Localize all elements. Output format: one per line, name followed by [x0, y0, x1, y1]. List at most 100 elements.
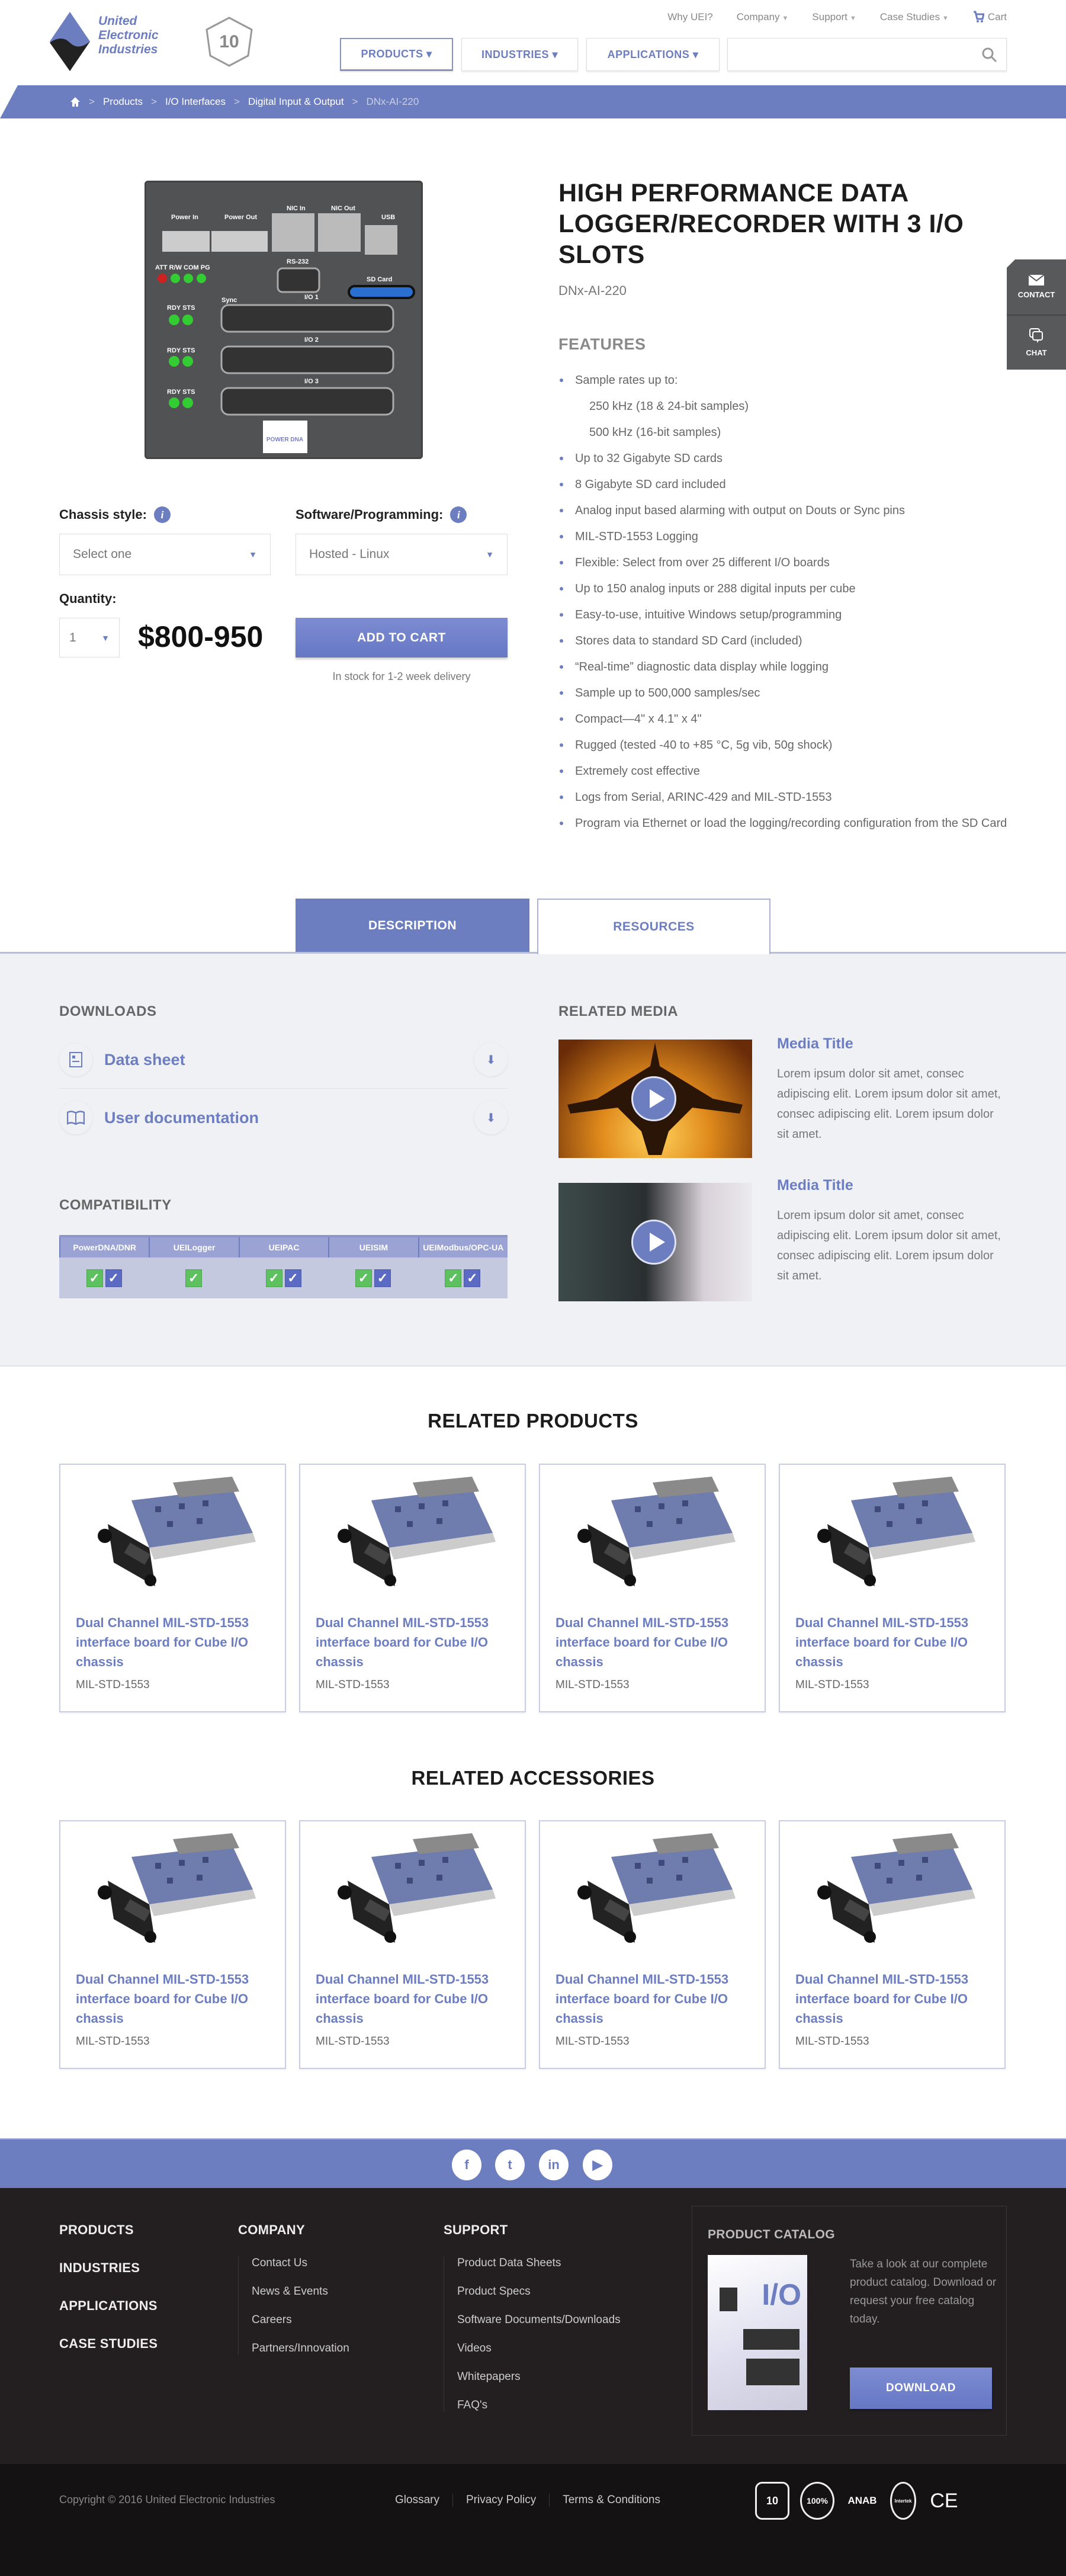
quantity-select[interactable]: 1 ▼: [59, 618, 120, 657]
topnav-company[interactable]: Company ▼: [737, 11, 789, 23]
home-icon[interactable]: [70, 97, 81, 107]
facebook-icon[interactable]: f: [452, 2150, 481, 2180]
chat-button[interactable]: CHAT: [1007, 315, 1066, 370]
tab-description[interactable]: DESCRIPTION: [296, 899, 529, 953]
search-input[interactable]: [727, 38, 1007, 71]
footer-link[interactable]: Software Documents/Downloads: [457, 2314, 621, 2327]
add-to-cart-button[interactable]: ADD TO CART: [296, 618, 508, 657]
svg-text:RS-232: RS-232: [287, 258, 309, 265]
breadcrumb-digital-io[interactable]: Digital Input & Output: [248, 96, 344, 108]
board-image: [337, 1477, 496, 1586]
svg-text:Sync: Sync: [221, 297, 237, 304]
breadcrumb-products[interactable]: Products: [103, 96, 143, 108]
product-card-sku: MIL-STD-1553: [316, 1679, 390, 1691]
product-thumbnail[interactable]: [76, 1465, 269, 1601]
youtube-icon[interactable]: ▶: [583, 2150, 612, 2180]
software-select[interactable]: Hosted - Linux ▼: [296, 534, 508, 575]
svg-text:10: 10: [219, 32, 239, 52]
catalog-cover-image[interactable]: I/O: [708, 2255, 807, 2410]
product-thumbnail[interactable]: [795, 1465, 989, 1601]
nav-industries[interactable]: INDUSTRIES ▾: [461, 38, 578, 71]
search-icon[interactable]: [981, 47, 998, 63]
related-accessories-heading: RELATED ACCESSORIES: [411, 1767, 655, 1789]
product-thumbnail[interactable]: [76, 1821, 269, 1958]
compat-cell: ✓: [149, 1257, 238, 1298]
nav-applications[interactable]: APPLICATIONS ▾: [586, 38, 720, 71]
footer-link[interactable]: FAQ's: [457, 2399, 621, 2412]
nav-products[interactable]: PRODUCTS ▾: [340, 38, 453, 71]
breadcrumb-io-interfaces[interactable]: I/O Interfaces: [165, 96, 226, 108]
feature-item: MIL-STD-1553 Logging: [558, 524, 1009, 550]
product-card[interactable]: Dual Channel MIL-STD-1553 interface boar…: [59, 1464, 286, 1712]
download-data-sheet[interactable]: Data sheet ⬇: [59, 1039, 508, 1080]
compat-cell: ✓ ✓: [328, 1257, 418, 1298]
product-card[interactable]: Dual Channel MIL-STD-1553 interface boar…: [59, 1820, 286, 2069]
product-thumbnail[interactable]: [556, 1821, 749, 1958]
feature-item: Program via Ethernet or load the logging…: [558, 810, 1009, 836]
play-icon[interactable]: [631, 1076, 676, 1121]
topnav-why-uei[interactable]: Why UEI?: [667, 11, 713, 23]
product-card-title[interactable]: Dual Channel MIL-STD-1553 interface boar…: [795, 1613, 989, 1672]
anab-icon: ANAB: [847, 2495, 877, 2506]
info-icon[interactable]: i: [153, 506, 171, 523]
footer-link[interactable]: News & Events: [252, 2285, 349, 2298]
footer-link[interactable]: Careers: [252, 2314, 349, 2327]
info-icon[interactable]: i: [450, 506, 467, 523]
board-image: [337, 1833, 496, 1943]
catalog-download-button[interactable]: DOWNLOAD: [850, 2368, 992, 2409]
product-card-title[interactable]: Dual Channel MIL-STD-1553 interface boar…: [316, 1613, 509, 1672]
product-card-title[interactable]: Dual Channel MIL-STD-1553 interface boar…: [556, 1613, 749, 1672]
product-card-title[interactable]: Dual Channel MIL-STD-1553 interface boar…: [556, 1969, 749, 2028]
footer-link[interactable]: Contact Us: [252, 2257, 349, 2270]
footer-link[interactable]: Product Data Sheets: [457, 2257, 621, 2270]
media-title[interactable]: Media Title: [777, 1035, 853, 1053]
product-card-title[interactable]: Dual Channel MIL-STD-1553 interface boar…: [795, 1969, 989, 2028]
ten-year-warranty-badge: 10: [206, 17, 253, 67]
topnav-support[interactable]: Support ▼: [812, 11, 856, 23]
download-arrow-icon[interactable]: ⬇: [474, 1101, 508, 1134]
download-arrow-icon[interactable]: ⬇: [474, 1043, 508, 1076]
board-image: [97, 1833, 256, 1943]
footer-link[interactable]: Product Specs: [457, 2285, 621, 2298]
product-thumbnail[interactable]: [556, 1465, 749, 1601]
footer-industries[interactable]: INDUSTRIES: [59, 2260, 158, 2276]
product-card[interactable]: Dual Channel MIL-STD-1553 interface boar…: [539, 1464, 766, 1712]
footer-link[interactable]: Partners/Innovation: [252, 2342, 349, 2355]
product-thumbnail[interactable]: [316, 1465, 509, 1601]
topnav-cart[interactable]: Cart: [972, 11, 1007, 24]
product-thumbnail[interactable]: [316, 1821, 509, 1958]
compatibility-table: PowerDNA/DNR UEILogger UEIPAC UEISIM UEIModb…: [59, 1235, 508, 1298]
product-card[interactable]: Dual Channel MIL-STD-1553 interface boar…: [779, 1464, 1006, 1712]
privacy-policy-link[interactable]: Privacy Policy: [452, 2494, 549, 2507]
footer-case-studies[interactable]: CASE STUDIES: [59, 2336, 158, 2352]
media-thumbnail[interactable]: [558, 1040, 752, 1158]
contact-button[interactable]: CONTACT: [1007, 259, 1066, 315]
tab-resources[interactable]: RESOURCES: [537, 899, 770, 954]
play-icon[interactable]: [631, 1220, 676, 1265]
product-card[interactable]: Dual Channel MIL-STD-1553 interface boar…: [299, 1820, 526, 2069]
footer-link[interactable]: Videos: [457, 2342, 621, 2355]
breadcrumb: > Products > I/O Interfaces > Digital Input…: [0, 85, 1066, 118]
linkedin-icon[interactable]: in: [539, 2150, 569, 2180]
product-card[interactable]: Dual Channel MIL-STD-1553 interface boar…: [299, 1464, 526, 1712]
footer-products[interactable]: PRODUCTS: [59, 2222, 158, 2238]
footer-applications[interactable]: APPLICATIONS: [59, 2298, 158, 2314]
twitter-icon[interactable]: t: [495, 2150, 525, 2180]
price: $800-950: [138, 620, 264, 653]
product-card-title[interactable]: Dual Channel MIL-STD-1553 interface boar…: [76, 1969, 269, 2028]
media-thumbnail[interactable]: [558, 1183, 752, 1301]
product-card-title[interactable]: Dual Channel MIL-STD-1553 interface boar…: [316, 1969, 509, 2028]
download-user-documentation[interactable]: User documentation ⬇: [59, 1097, 508, 1138]
product-card[interactable]: Dual Channel MIL-STD-1553 interface boar…: [779, 1820, 1006, 2069]
terms-link[interactable]: Terms & Conditions: [549, 2494, 673, 2507]
product-card-title[interactable]: Dual Channel MIL-STD-1553 interface boar…: [76, 1613, 269, 1672]
topnav-case-studies[interactable]: Case Studies ▼: [880, 11, 949, 23]
chassis-select[interactable]: Select one ▼: [59, 534, 271, 575]
media-title[interactable]: Media Title: [777, 1177, 853, 1194]
footer-link[interactable]: Whitepapers: [457, 2370, 621, 2383]
product-card[interactable]: Dual Channel MIL-STD-1553 interface boar…: [539, 1820, 766, 2069]
hundred-percent-tested-icon: 100%: [800, 2482, 834, 2520]
compat-column-header: UEIPAC: [238, 1237, 328, 1257]
product-thumbnail[interactable]: [795, 1821, 989, 1958]
glossary-link[interactable]: Glossary: [395, 2494, 452, 2507]
